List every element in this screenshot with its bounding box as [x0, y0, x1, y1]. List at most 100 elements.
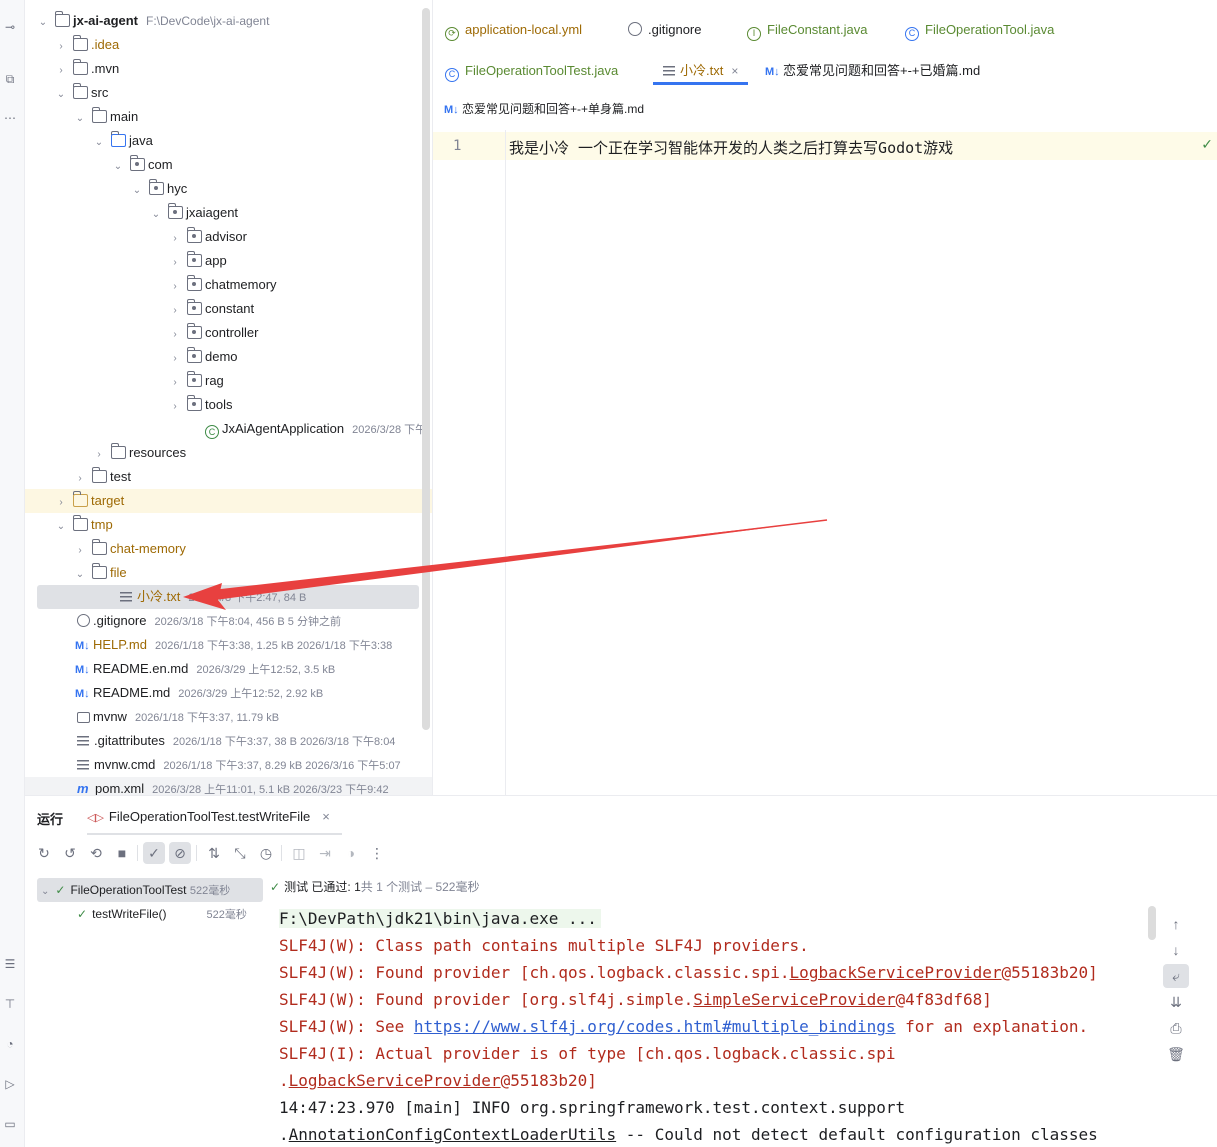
editor-line[interactable]: 我是小冷 一个正在学习智能体开发的人类之后打算去写Godot游戏: [509, 137, 953, 158]
rerun-icon[interactable]: ↻: [33, 842, 55, 864]
chevron-right-icon[interactable]: ›: [74, 467, 86, 491]
chevron-right-icon[interactable]: ›: [169, 371, 181, 395]
tree-item-chatmemory[interactable]: › chatmemory: [25, 273, 432, 297]
commit-icon[interactable]: ⊸: [0, 16, 20, 38]
tab-xiaoleng-txt[interactable]: 小冷.txt ×: [653, 57, 749, 85]
tree-item-gitattributes[interactable]: .gitattributes 2026/1/18 下午3:37, 38 B 202…: [25, 729, 432, 753]
tree-item-mvnw-cmd[interactable]: mvnw.cmd 2026/1/18 下午3:37, 8.29 kB 2026/3…: [25, 753, 432, 777]
tree-item-main[interactable]: ⌄ main: [25, 105, 432, 129]
more-options-icon[interactable]: ⋮: [366, 842, 388, 864]
chevron-down-icon[interactable]: ⌄: [41, 886, 49, 897]
scroll-to-end-icon[interactable]: ⇊: [1163, 990, 1189, 1014]
tree-item-constant[interactable]: › constant: [25, 297, 432, 321]
terminal-icon[interactable]: ▭: [0, 1113, 20, 1135]
tree-item-app[interactable]: › app: [25, 249, 432, 273]
rerun-failed-icon[interactable]: ↺: [59, 842, 81, 864]
tree-item-help-md[interactable]: M↓ HELP.md 2026/1/18 下午3:38, 1.25 kB 2026/…: [25, 633, 432, 657]
chevron-right-icon[interactable]: ›: [55, 59, 67, 83]
tree-item-advisor[interactable]: › advisor: [25, 225, 432, 249]
trash-icon[interactable]: 🗑: [1163, 1042, 1189, 1066]
chevron-down-icon[interactable]: ⌄: [74, 563, 86, 587]
chevron-right-icon[interactable]: ›: [55, 491, 67, 515]
tree-item-jxaiagent[interactable]: ⌄ jxaiagent: [25, 201, 432, 225]
tree-item-project-root[interactable]: ⌄ jx-ai-agent F:\DevCode\jx-ai-agent: [25, 9, 432, 33]
tree-item-readme-md[interactable]: M↓ README.md 2026/3/29 上午12:52, 2.92 kB: [25, 681, 432, 705]
tree-item-file[interactable]: ⌄ file: [25, 561, 432, 585]
chevron-down-icon[interactable]: ⌄: [112, 155, 124, 179]
tree-item-rag[interactable]: › rag: [25, 369, 432, 393]
rerun-auto-icon[interactable]: ⟲: [85, 842, 107, 864]
tab-fileconstant-java[interactable]: I FileConstant.java: [747, 16, 867, 44]
close-icon[interactable]: ×: [322, 809, 330, 824]
run-config-tab[interactable]: ◁▷ FileOperationToolTest.testWriteFile ×: [87, 809, 330, 824]
tab-application-local-yml[interactable]: ⟳ application-local.yml: [445, 16, 582, 44]
tree-item-gitignore[interactable]: .gitignore 2026/3/18 下午8:04, 456 B 5 分钟之前: [25, 609, 432, 633]
sort-icon[interactable]: ⇅: [203, 842, 225, 864]
arrow-up-icon[interactable]: ↑: [1163, 912, 1189, 936]
tab-gitignore[interactable]: .gitignore: [628, 16, 701, 44]
tree-item-java[interactable]: ⌄ java: [25, 129, 432, 153]
show-ignored-icon[interactable]: ⊘: [169, 842, 191, 864]
tree-item-controller[interactable]: › controller: [25, 321, 432, 345]
tab-married-md[interactable]: M↓ 恋爱常见问题和回答+-+已婚篇.md: [765, 57, 980, 85]
database-icon[interactable]: ☰: [0, 953, 20, 975]
test-suite-row[interactable]: ⌄ ✓ FileOperationToolTest 522毫秒: [37, 878, 263, 902]
tree-item-demo[interactable]: › demo: [25, 345, 432, 369]
console-scrollbar[interactable]: [1148, 906, 1156, 940]
chevron-down-icon[interactable]: ⌄: [74, 107, 86, 131]
collapse-icon[interactable]: ⤡: [229, 842, 251, 864]
console-output[interactable]: F:\DevPath\jdk21\bin\java.exe ... SLF4J(…: [265, 904, 1175, 1147]
slf4j-docs-link[interactable]: https://www.slf4j.org/codes.html#multipl…: [414, 1017, 896, 1036]
chevron-down-icon[interactable]: ⌄: [131, 179, 143, 203]
show-passed-icon[interactable]: ✓: [143, 842, 165, 864]
stop-icon[interactable]: ■: [111, 842, 133, 864]
close-icon[interactable]: ×: [731, 64, 738, 78]
tree-item-tools[interactable]: › tools: [25, 393, 432, 417]
coverage-icon[interactable]: ◑: [340, 842, 362, 864]
chevron-right-icon[interactable]: ›: [169, 395, 181, 419]
chevron-right-icon[interactable]: ›: [55, 35, 67, 59]
chevron-right-icon[interactable]: ›: [169, 323, 181, 347]
tree-item-idea[interactable]: › .idea: [25, 33, 432, 57]
tree-item-hyc[interactable]: ⌄ hyc: [25, 177, 432, 201]
tree-item-src[interactable]: ⌄ src: [25, 81, 432, 105]
more-tools-icon[interactable]: ⋯: [0, 107, 20, 129]
soft-wrap-icon[interactable]: ⤶: [1163, 964, 1189, 988]
tab-fileoperationtool-java[interactable]: C FileOperationTool.java: [905, 16, 1054, 44]
inspection-ok-icon[interactable]: ✓: [1201, 136, 1213, 153]
services-icon[interactable]: ◔: [0, 1033, 20, 1055]
tree-item-com[interactable]: ⌄ com: [25, 153, 432, 177]
tree-item-xiaoleng-txt[interactable]: 小冷.txt 2026/4/8 下午2:47, 84 B: [37, 585, 419, 609]
tree-item-jxaiagentapplication[interactable]: C JxAiAgentApplication 2026/3/28 下午: [25, 417, 432, 441]
tab-single-md[interactable]: M↓ 恋爱常见问题和回答+-+单身篇.md: [444, 100, 644, 117]
camera-icon[interactable]: ◫: [288, 842, 310, 864]
chevron-right-icon[interactable]: ›: [74, 539, 86, 563]
import-icon[interactable]: ⇥: [314, 842, 336, 864]
chevron-right-icon[interactable]: ›: [93, 443, 105, 467]
text-editor[interactable]: 1 我是小冷 一个正在学习智能体开发的人类之后打算去写Godot游戏 ✓: [432, 130, 1217, 795]
tree-item-readme-en-md[interactable]: M↓ README.en.md 2026/3/29 上午12:52, 3.5 kB: [25, 657, 432, 681]
tree-item-target[interactable]: › target: [25, 489, 432, 513]
tab-fileoperationtooltest-java[interactable]: C FileOperationToolTest.java: [445, 57, 618, 85]
tree-item-pom-xml[interactable]: m pom.xml 2026/3/28 上午11:01, 5.1 kB 2026/3…: [25, 777, 432, 795]
tree-item-resources[interactable]: › resources: [25, 441, 432, 465]
chevron-down-icon[interactable]: ⌄: [55, 515, 67, 539]
tree-item-mvnw[interactable]: mvnw 2026/1/18 下午3:37, 11.79 kB: [25, 705, 432, 729]
chevron-down-icon[interactable]: ⌄: [93, 131, 105, 155]
chevron-right-icon[interactable]: ›: [169, 299, 181, 323]
tree-item-test[interactable]: › test: [25, 465, 432, 489]
print-icon[interactable]: ⎙: [1163, 1016, 1189, 1040]
chevron-down-icon[interactable]: ⌄: [37, 11, 49, 35]
history-icon[interactable]: ◷: [255, 842, 277, 864]
structure-icon[interactable]: ⧉: [0, 68, 20, 90]
chevron-right-icon[interactable]: ›: [169, 251, 181, 275]
tree-item-mvn[interactable]: › .mvn: [25, 57, 432, 81]
chevron-right-icon[interactable]: ›: [169, 275, 181, 299]
arrow-down-icon[interactable]: ↓: [1163, 938, 1189, 962]
chevron-down-icon[interactable]: ⌄: [55, 83, 67, 107]
tree-item-tmp[interactable]: ⌄ tmp: [25, 513, 432, 537]
test-case-row[interactable]: ✓ testWriteFile() 522毫秒: [77, 902, 263, 926]
build-icon[interactable]: ⊤: [0, 993, 20, 1015]
console-command-line[interactable]: F:\DevPath\jdk21\bin\java.exe ...: [279, 909, 601, 928]
chevron-right-icon[interactable]: ›: [169, 347, 181, 371]
